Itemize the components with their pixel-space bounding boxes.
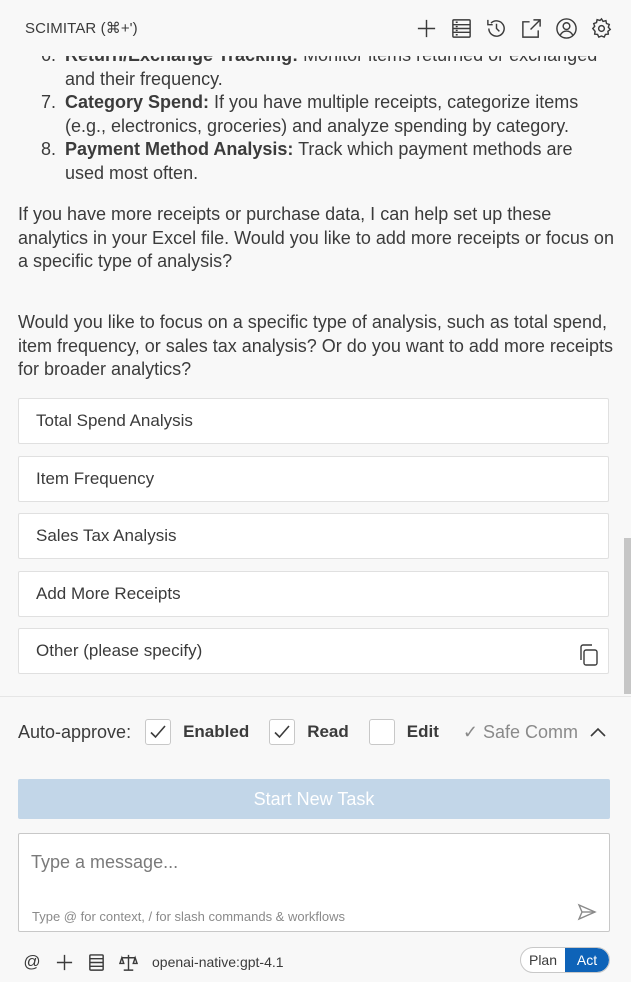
message-input[interactable]: Type a message... Type @ for context, / …	[18, 833, 610, 932]
gear-icon[interactable]	[589, 16, 613, 40]
chevron-up-icon[interactable]	[589, 725, 607, 739]
server-icon[interactable]	[449, 16, 473, 40]
header-bar: SCIMITAR (⌘+')	[0, 0, 631, 56]
safe-commands-label: ✓ Safe Comm	[462, 721, 579, 742]
history-icon[interactable]	[484, 16, 508, 40]
read-checkbox[interactable]	[269, 719, 296, 745]
chat-area[interactable]: 6.Return/Exchange Tracking: Monitor item…	[0, 40, 631, 696]
composer-footer: @ openai-native:gpt-4.1	[22, 951, 284, 973]
at-mention-icon[interactable]: @	[22, 952, 42, 972]
app-title: SCIMITAR (⌘+')	[25, 20, 138, 37]
option-label: Other (please specify)	[36, 641, 203, 660]
list-item: 7. Category Spend: If you have multiple r…	[41, 91, 601, 138]
assistant-question: Would you like to focus on a specific ty…	[18, 312, 613, 379]
option-sales-tax[interactable]: Sales Tax Analysis	[18, 513, 609, 559]
option-label: Sales Tax Analysis	[36, 526, 177, 545]
message-placeholder: Type a message...	[31, 852, 179, 872]
analysis-list: 6.Return/Exchange Tracking: Monitor item…	[41, 44, 601, 185]
server-icon[interactable]	[86, 952, 106, 972]
option-label: Add More Receipts	[36, 584, 181, 603]
option-label: Total Spend Analysis	[36, 411, 193, 430]
mode-toggle[interactable]: Plan Act	[520, 947, 610, 973]
copy-icon[interactable]	[578, 643, 600, 667]
edit-checkbox[interactable]	[368, 719, 395, 745]
auto-approve-bar: Auto-approve: Enabled Read Edit ✓ Safe C…	[18, 717, 578, 747]
plan-mode-button[interactable]: Plan	[521, 948, 565, 972]
enabled-checkbox[interactable]	[145, 719, 172, 745]
list-number: 8.	[41, 139, 57, 159]
read-label: Read	[307, 722, 349, 741]
assistant-paragraph: If you have more receipts or purchase da…	[18, 204, 614, 271]
list-item: 8. Payment Method Analysis: Track which p…	[41, 138, 601, 185]
option-other[interactable]: Other (please specify)	[18, 628, 609, 674]
plus-icon[interactable]	[414, 16, 438, 40]
list-item-title: Payment Method Analysis:	[65, 139, 294, 159]
option-label: Item Frequency	[36, 469, 155, 488]
auto-approve-label: Auto-approve:	[18, 721, 132, 742]
act-mode-button[interactable]: Act	[565, 948, 609, 972]
scale-icon[interactable]	[118, 952, 138, 972]
option-item-frequency[interactable]: Item Frequency	[18, 456, 609, 502]
start-new-task-button[interactable]: Start New Task	[18, 779, 610, 819]
external-link-icon[interactable]	[519, 16, 543, 40]
account-icon[interactable]	[554, 16, 578, 40]
send-icon[interactable]	[577, 902, 597, 922]
header-toolbar	[414, 16, 613, 40]
edit-label: Edit	[406, 722, 439, 741]
list-item-title: Category Spend:	[65, 92, 210, 112]
model-selector[interactable]: openai-native:gpt-4.1	[152, 954, 284, 970]
option-total-spend[interactable]: Total Spend Analysis	[18, 398, 609, 444]
plus-icon[interactable]	[54, 952, 74, 972]
input-hint: Type @ for context, / for slash commands…	[32, 909, 346, 924]
enabled-label: Enabled	[183, 722, 250, 741]
scrollbar-thumb[interactable]	[624, 538, 631, 694]
list-number: 7.	[41, 92, 57, 112]
option-add-receipts[interactable]: Add More Receipts	[18, 571, 609, 617]
composer-panel: Auto-approve: Enabled Read Edit ✓ Safe C…	[0, 696, 631, 982]
